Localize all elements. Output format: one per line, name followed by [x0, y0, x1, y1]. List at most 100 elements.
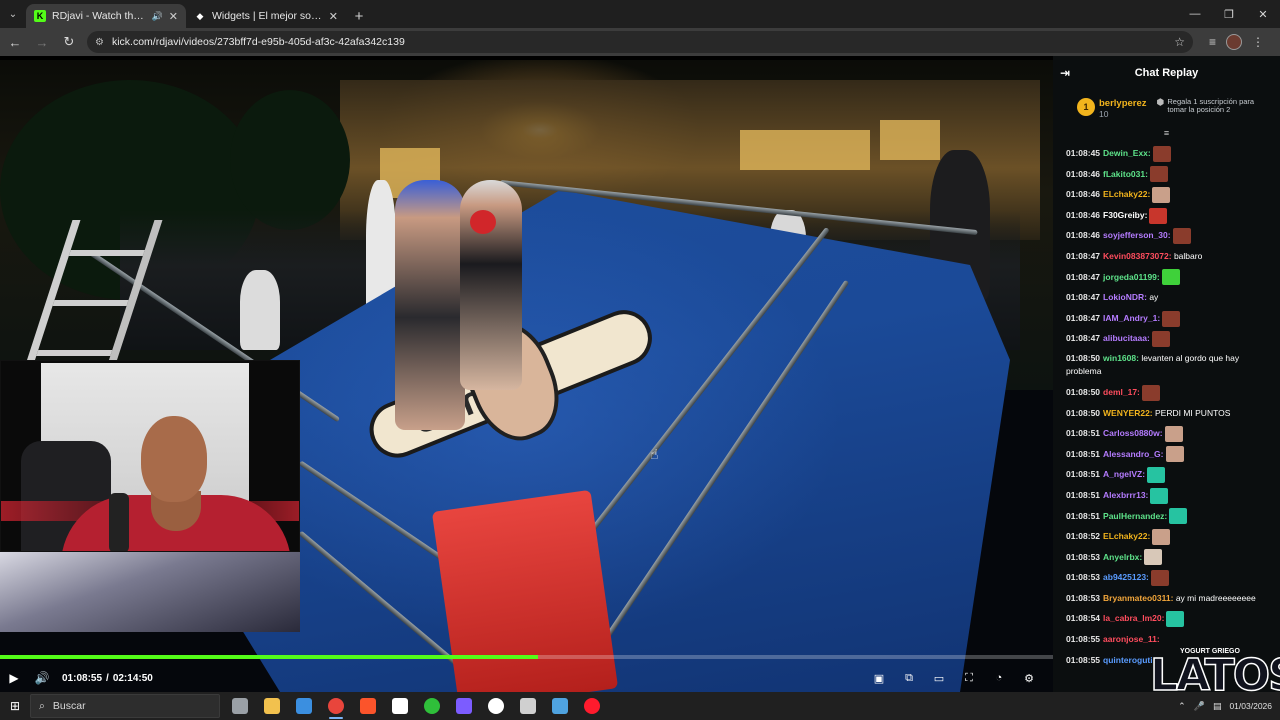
tab-widgets[interactable]: ◆ Widgets | El mejor software pa ✕	[186, 4, 346, 28]
speaker-icon[interactable]: 🔊	[152, 11, 163, 22]
chat-message: 01:08:50 win1608: levanten al gordo que h…	[1066, 349, 1274, 382]
expand-leaderboard-icon[interactable]: ≡	[1053, 123, 1280, 143]
taskbar-app[interactable]	[224, 692, 256, 720]
gift-icon: ⬢	[1156, 97, 1165, 107]
message-username[interactable]: ab9425123:	[1103, 572, 1149, 582]
emote-icon[interactable]	[1141, 384, 1160, 401]
emote-icon[interactable]	[1151, 331, 1170, 348]
message-username[interactable]: F30Greiby:	[1103, 210, 1147, 220]
message-username[interactable]: Alessandro_G:	[1103, 449, 1163, 459]
message-username[interactable]: soyjefferson_30:	[1103, 230, 1171, 240]
close-window-icon[interactable]: ✕	[1246, 0, 1280, 28]
microphone-icon[interactable]: 🎤	[1194, 701, 1205, 712]
emote-icon[interactable]	[1162, 310, 1181, 327]
message-username[interactable]: win1608:	[1103, 353, 1139, 363]
video-progress-bar[interactable]	[0, 655, 1053, 659]
tab-title: Widgets | El mejor software pa	[212, 10, 323, 22]
playback-speed-icon[interactable]: ◔	[989, 668, 1009, 688]
profile-avatar[interactable]	[1226, 34, 1243, 50]
emote-icon[interactable]	[1144, 549, 1163, 566]
message-username[interactable]: IAM_Andry_1:	[1103, 313, 1160, 323]
bookmark-star-icon[interactable]: ☆	[1174, 35, 1185, 49]
taskbar-app[interactable]	[384, 692, 416, 720]
reload-button[interactable]: ↻	[57, 30, 81, 54]
pip-icon[interactable]: ⧉	[899, 668, 919, 688]
message-username[interactable]: WENYER22:	[1103, 408, 1153, 418]
message-username[interactable]: Kevin083873072:	[1103, 251, 1172, 261]
taskbar-app[interactable]	[480, 692, 512, 720]
windows-start-icon[interactable]: ⊞	[0, 692, 30, 720]
brand-watermark: LATOS YOGURT GRIEGO	[1149, 644, 1280, 702]
close-tab-icon[interactable]: ✕	[169, 10, 178, 23]
taskbar-app[interactable]	[448, 692, 480, 720]
message-username[interactable]: Alexbrrr13:	[1103, 490, 1148, 500]
message-username[interactable]: fLakito031:	[1103, 169, 1148, 179]
tab-search-icon[interactable]: ⌄	[0, 0, 26, 28]
back-button[interactable]: ←	[3, 30, 27, 54]
message-timestamp: 01:08:51	[1066, 428, 1101, 439]
message-username[interactable]: aaronjose_11:	[1103, 634, 1160, 644]
message-username[interactable]: Carloss0880w:	[1103, 428, 1163, 438]
emote-icon[interactable]	[1166, 611, 1185, 628]
emote-icon[interactable]	[1150, 487, 1169, 504]
emote-icon[interactable]	[1165, 446, 1184, 463]
emote-icon[interactable]	[1152, 528, 1171, 545]
taskbar-app[interactable]	[256, 692, 288, 720]
emote-icon[interactable]	[1150, 570, 1169, 587]
emote-icon[interactable]	[1152, 186, 1171, 203]
emote-icon[interactable]	[1161, 269, 1180, 286]
settings-icon[interactable]: ⚙	[1019, 668, 1039, 688]
message-username[interactable]: quinteroguti:	[1103, 655, 1155, 665]
fullscreen-icon[interactable]: ⛶	[959, 668, 979, 688]
emote-icon[interactable]	[1149, 166, 1168, 183]
play-icon[interactable]: ▶	[0, 664, 28, 692]
network-icon[interactable]: ▤	[1213, 701, 1222, 712]
address-bar[interactable]: ⚙ kick.com/rdjavi/videos/273bff7d-e95b-4…	[87, 31, 1193, 53]
message-username[interactable]: la_cabra_lm20:	[1103, 613, 1164, 623]
message-username[interactable]: A_ngelVZ:	[1103, 469, 1145, 479]
message-username[interactable]: Bryanmateo0311:	[1103, 593, 1173, 603]
message-username[interactable]: deml_17:	[1103, 387, 1140, 397]
forward-button[interactable]: →	[30, 30, 54, 54]
message-username[interactable]: jorgeda01199:	[1103, 272, 1160, 282]
minimize-icon[interactable]: —	[1178, 0, 1212, 28]
taskbar-app[interactable]	[544, 692, 576, 720]
tab-kick[interactable]: K RDjavi - Watch the VOD on 🔊 ✕	[26, 4, 186, 28]
media-control-icon[interactable]: ≡	[1209, 35, 1216, 49]
message-username[interactable]: Anyelrbx:	[1103, 552, 1142, 562]
taskbar-app[interactable]	[320, 692, 352, 720]
taskbar-app[interactable]	[576, 692, 608, 720]
message-username[interactable]: PaulHernandez:	[1103, 511, 1167, 521]
restore-icon[interactable]: ❐	[1212, 0, 1246, 28]
gift-promo[interactable]: ⬢ Regala 1 suscripción para tomar la pos…	[1157, 98, 1261, 114]
emote-icon[interactable]	[1172, 228, 1191, 245]
message-username[interactable]: LokioNDR:	[1103, 292, 1147, 302]
emote-icon[interactable]	[1147, 467, 1166, 484]
taskbar-search[interactable]: ⌕ Buscar	[30, 694, 220, 718]
emote-icon[interactable]	[1169, 508, 1188, 525]
leaderboard-user[interactable]: berlyperez 10	[1099, 98, 1147, 120]
menu-dots-icon[interactable]: ⋮	[1252, 35, 1264, 49]
video-player[interactable]: ROUND ☝	[0, 60, 1053, 692]
message-username[interactable]: alibucitaaa:	[1103, 333, 1150, 343]
message-username[interactable]: ELchaky22:	[1103, 189, 1150, 199]
emote-icon[interactable]	[1164, 425, 1183, 442]
site-info-icon[interactable]: ⚙	[95, 37, 104, 48]
close-tab-icon[interactable]: ✕	[329, 10, 338, 23]
taskbar-app[interactable]	[288, 692, 320, 720]
emote-icon[interactable]	[1149, 207, 1168, 224]
volume-icon[interactable]: 🔊	[28, 664, 56, 692]
message-username[interactable]: Dewin_Exx:	[1103, 148, 1151, 158]
taskbar-app[interactable]	[512, 692, 544, 720]
miniplayer-icon[interactable]: ▣	[869, 668, 889, 688]
taskbar-app[interactable]	[352, 692, 384, 720]
taskbar-clock[interactable]: 01/03/2026	[1229, 701, 1272, 712]
emote-icon[interactable]	[1152, 145, 1171, 162]
theater-mode-icon[interactable]: ▭	[929, 668, 949, 688]
new-tab-button[interactable]: +	[346, 4, 372, 28]
message-username[interactable]: ELchaky22:	[1103, 531, 1150, 541]
taskbar-app[interactable]	[416, 692, 448, 720]
collapse-chat-icon[interactable]: ⇥	[1060, 66, 1070, 80]
fighter-red	[460, 180, 522, 390]
tray-chevron-icon[interactable]: ⌃	[1178, 701, 1186, 712]
